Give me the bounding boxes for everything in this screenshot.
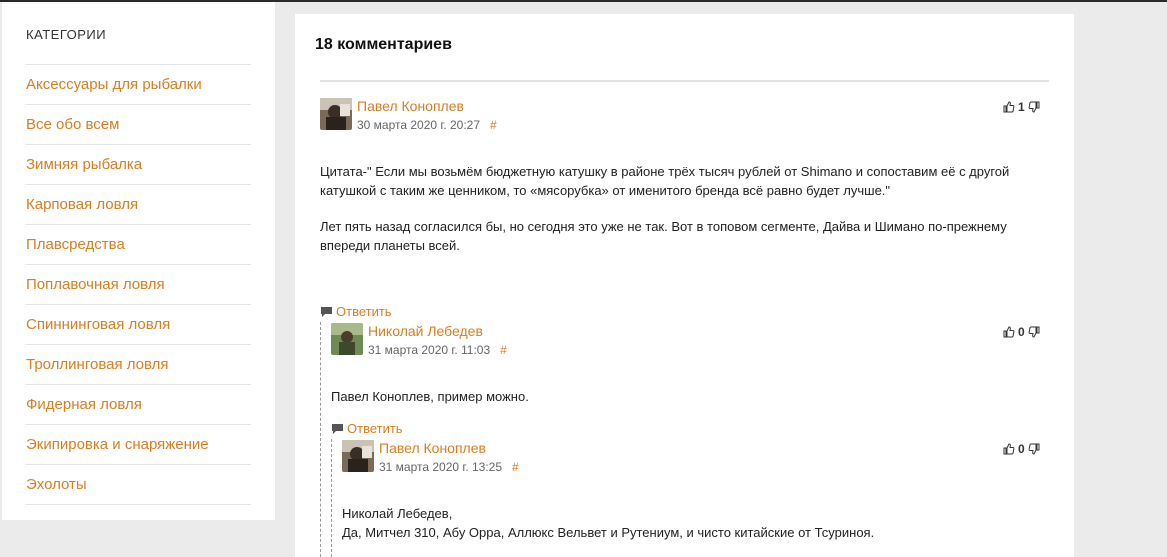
comments-section: 18 комментариев Павел Коноплев 30 марта …	[295, 14, 1074, 557]
comment-text: Николай Лебедев,	[342, 506, 453, 521]
comment-date-text: 31 марта 2020 г. 13:25	[379, 460, 503, 474]
comment: Павел Коноплев 31 марта 2020 г. 13:25 # 0…	[342, 440, 1049, 557]
comment-date-text: 30 марта 2020 г. 20:27	[357, 118, 481, 132]
category-item: Спиннинговая ловля	[26, 305, 251, 345]
speech-bubble-icon	[332, 423, 343, 434]
comment-date: 31 марта 2020 г. 11:03 #	[368, 343, 507, 357]
category-link-accessories[interactable]: Аксессуары для рыбалки	[26, 76, 202, 93]
category-link-equipment[interactable]: Экипировка и снаряжение	[26, 436, 209, 453]
thumbs-down-icon[interactable]	[1028, 101, 1040, 113]
category-link-spinning[interactable]: Спиннинговая ловля	[26, 316, 170, 333]
speech-bubble-icon	[321, 306, 332, 317]
category-item: Фидерная ловля	[26, 385, 251, 425]
vote-count: 0	[1018, 442, 1025, 456]
sidebar-title: КАТЕГОРИИ	[26, 27, 107, 42]
category-item: Все обо всем	[26, 105, 251, 145]
thumbs-down-icon[interactable]	[1028, 326, 1040, 338]
vote-widget: 0	[1003, 442, 1040, 456]
thumbs-down-icon[interactable]	[1028, 443, 1040, 455]
comment-text: Лет пять назад согласился бы, но сегодня…	[320, 219, 1007, 253]
comment-author[interactable]: Николай Лебедев	[368, 323, 483, 339]
category-item: Зимняя рыбалка	[26, 145, 251, 185]
vote-count: 0	[1018, 325, 1025, 339]
category-link-all[interactable]: Все обо всем	[26, 116, 119, 133]
reply-button[interactable]: Ответить	[320, 304, 392, 319]
categories-sidebar: КАТЕГОРИИ Аксессуары для рыбалки Все обо…	[2, 2, 275, 520]
thread-line	[331, 439, 332, 557]
comment-author[interactable]: Павел Коноплев	[379, 440, 486, 456]
category-link-winter[interactable]: Зимняя рыбалка	[26, 156, 142, 173]
reply-button[interactable]: Ответить	[331, 421, 403, 436]
category-link-trolling[interactable]: Троллинговая ловля	[26, 356, 169, 373]
reply-label: Ответить	[347, 421, 403, 436]
category-item: Экипировка и снаряжение	[26, 425, 251, 465]
vote-count: 1	[1018, 100, 1025, 114]
comment-text: Цитата-" Если мы возьмём бюджетную катуш…	[320, 164, 1010, 198]
category-item: Поплавочная ловля	[26, 265, 251, 305]
avatar[interactable]	[320, 98, 352, 130]
comment-date: 30 марта 2020 г. 20:27 #	[357, 118, 497, 132]
thread-line	[320, 322, 321, 557]
category-link-feeder[interactable]: Фидерная ловля	[26, 396, 142, 413]
category-link-carp[interactable]: Карповая ловля	[26, 196, 138, 213]
category-item: Карповая ловля	[26, 185, 251, 225]
permalink-hash[interactable]: #	[512, 460, 519, 474]
thumbs-up-icon[interactable]	[1003, 101, 1015, 113]
comment-text: Павел Коноплев, пример можно.	[331, 389, 529, 404]
comments-count-title: 18 комментариев	[315, 36, 452, 53]
comment-date-text: 31 марта 2020 г. 11:03	[368, 343, 491, 357]
category-link-boats[interactable]: Плавсредства	[26, 236, 125, 253]
category-item: Троллинговая ловля	[26, 345, 251, 385]
vote-widget: 0	[1003, 325, 1040, 339]
permalink-hash[interactable]: #	[490, 118, 497, 132]
comment-date: 31 марта 2020 г. 13:25 #	[379, 460, 519, 474]
comment: Николай Лебедев 31 марта 2020 г. 11:03 # …	[331, 323, 1049, 436]
thumbs-up-icon[interactable]	[1003, 443, 1015, 455]
category-link-sonars[interactable]: Эхолоты	[26, 476, 87, 493]
reply-label: Ответить	[336, 304, 392, 319]
comment-author[interactable]: Павел Коноплев	[357, 98, 464, 114]
category-list: Аксессуары для рыбалки Все обо всем Зимн…	[26, 64, 251, 505]
category-item: Аксессуары для рыбалки	[26, 65, 251, 105]
avatar[interactable]	[342, 440, 374, 472]
comment: Павел Коноплев 30 марта 2020 г. 20:27 # 1…	[320, 98, 1049, 319]
avatar[interactable]	[331, 323, 363, 355]
vote-widget: 1	[1003, 100, 1040, 114]
comment-text: Да, Митчел 310, Абу Орра, Аллюкс Вельвет…	[342, 525, 875, 540]
category-link-float[interactable]: Поплавочная ловля	[26, 276, 165, 293]
category-item: Эхолоты	[26, 465, 251, 505]
permalink-hash[interactable]: #	[500, 343, 507, 357]
thumbs-up-icon[interactable]	[1003, 326, 1015, 338]
category-item: Плавсредства	[26, 225, 251, 265]
divider	[320, 80, 1049, 82]
